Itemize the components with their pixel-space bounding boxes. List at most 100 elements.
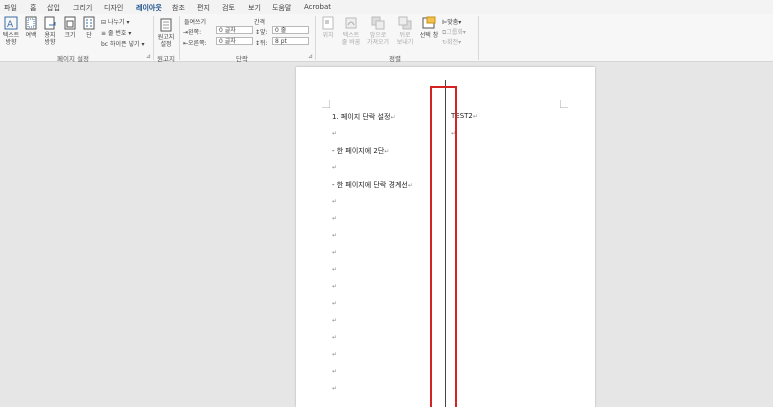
column-1-line[interactable]: ↵: [332, 350, 337, 358]
paragraph-mark: ↵: [332, 317, 338, 324]
position-button[interactable]: 위치: [318, 16, 338, 39]
tab-view[interactable]: 보기: [248, 3, 261, 13]
paragraph-mark: ↵: [332, 368, 338, 375]
spacing-header: 간격: [254, 19, 266, 26]
columns-button[interactable]: 단: [81, 16, 97, 39]
tab-design[interactable]: 디자인: [104, 3, 123, 13]
paragraph-mark: ↵: [332, 385, 338, 392]
column-1-line[interactable]: ↵: [332, 367, 337, 375]
bring-forward-button[interactable]: 앞으로 가져오기: [365, 16, 391, 46]
tab-draw[interactable]: 그리기: [73, 3, 92, 13]
breaks-dropdown[interactable]: ⊟ 나누기 ▾: [101, 17, 129, 26]
chevron-down-icon: ▾: [128, 30, 132, 37]
column-1-line[interactable]: ↵: [332, 163, 337, 171]
column-1-line[interactable]: ↵: [332, 265, 337, 273]
tab-references[interactable]: 참조: [172, 3, 185, 13]
paragraph-group-label: 단락: [236, 55, 248, 63]
orientation-button[interactable]: 용지 방향: [41, 16, 59, 46]
spacing-after-label: ↕뒤:: [255, 40, 268, 47]
paragraph-mark: ↵: [390, 114, 396, 121]
column-1-line[interactable]: ↵: [332, 299, 337, 307]
send-backward-icon: [398, 16, 412, 30]
group-dropdown[interactable]: ⧉그룹화▾: [442, 27, 466, 37]
wrap-text-button[interactable]: 텍스트 줄 바꿈: [338, 16, 364, 46]
tab-acrobat[interactable]: Acrobat: [304, 3, 331, 11]
paragraph-mark: ↵: [384, 148, 390, 155]
tab-home[interactable]: 홈: [30, 3, 36, 13]
hyphenation-icon: bc: [101, 41, 109, 48]
hyphenation-dropdown[interactable]: bc 하이픈 넣기 ▾: [101, 39, 144, 48]
selection-pane-button[interactable]: 선택 창: [418, 16, 440, 39]
paragraph-mark: ↵: [332, 300, 338, 307]
column-1-line[interactable]: ↵: [332, 316, 337, 324]
tab-file[interactable]: 파일: [4, 3, 17, 13]
column-1-line[interactable]: 1. 페이지 단락 설정↵: [332, 112, 395, 122]
column-1-line[interactable]: ↵: [332, 231, 337, 239]
spacing-before-input[interactable]: 0 줄: [272, 26, 309, 34]
ribbon-tab-bar: 파일 홈 삽입 그리기 디자인 레이아웃 참조 편지 검토 보기 도움말 Acr…: [0, 0, 773, 16]
tab-review[interactable]: 검토: [222, 3, 235, 13]
tab-mailings[interactable]: 편지: [197, 3, 210, 13]
tab-insert[interactable]: 삽입: [47, 3, 60, 13]
chevron-down-icon: ▾: [458, 19, 462, 26]
svg-text:A: A: [7, 20, 14, 30]
column-1-line[interactable]: - 한 페이지에 단락 경계선↵: [332, 180, 413, 190]
bring-forward-icon: [371, 16, 385, 30]
draft-paper-icon: [160, 18, 172, 32]
align-dropdown[interactable]: ⊫맞춤▾: [442, 17, 461, 26]
column-1-line[interactable]: ↵: [332, 282, 337, 290]
indent-header: 들여쓰기: [184, 19, 207, 26]
wrap-text-icon: [345, 17, 357, 29]
column-1-line[interactable]: ↵: [332, 214, 337, 222]
indent-left-input[interactable]: 0 글자: [216, 26, 253, 34]
paragraph-mark: ↵: [332, 351, 338, 358]
columns-icon: [83, 16, 95, 30]
margins-button[interactable]: 여백: [23, 16, 39, 39]
draft-group-label: 원고지: [157, 55, 175, 63]
chevron-down-icon: ▾: [462, 29, 466, 36]
paragraph-mark: ↵: [332, 249, 338, 256]
group-separator: [315, 16, 316, 60]
paragraph-mark: ↵: [332, 198, 338, 205]
column-1-line[interactable]: ↵: [332, 248, 337, 256]
ribbon: A 텍스트 방향 여백 용지 방향 크기 단 ⊟ 나누기 ▾ ≡ 줄 번호 ▾ …: [0, 14, 773, 63]
size-button[interactable]: 크기: [62, 16, 78, 39]
column-1-line[interactable]: ↵: [332, 129, 337, 137]
breaks-icon: ⊟: [101, 19, 107, 26]
page-setup-dialog-launcher-icon[interactable]: ⊿: [146, 53, 151, 60]
line-numbers-dropdown[interactable]: ≡ 줄 번호 ▾: [101, 28, 131, 37]
chevron-down-icon: ▾: [126, 19, 130, 26]
chevron-down-icon: ▾: [141, 41, 145, 48]
page-setup-group-label: 페이지 설정: [57, 55, 89, 63]
paragraph-mark: ↵: [332, 130, 338, 137]
paragraph-mark: ↵: [332, 232, 338, 239]
group-separator: [179, 16, 180, 60]
paragraph-dialog-launcher-icon[interactable]: ⊿: [308, 53, 313, 60]
spacing-after-input[interactable]: 8 pt: [272, 37, 309, 45]
rotate-dropdown[interactable]: ↻회전▾: [442, 37, 461, 46]
column-1-line[interactable]: ↵: [332, 333, 337, 341]
indent-right-label: ⇤오른쪽:: [183, 40, 207, 47]
selection-pane-icon: [422, 16, 436, 29]
paragraph-mark: ↵: [332, 334, 338, 341]
paragraph-mark: ↵: [332, 164, 338, 171]
group-separator: [153, 16, 154, 60]
column-1-line[interactable]: ↵: [332, 384, 337, 392]
indent-right-input[interactable]: 0 글자: [216, 37, 253, 45]
draft-settings-button[interactable]: 원고지 설정: [156, 18, 176, 48]
page-size-icon: [64, 16, 76, 30]
column-1-line[interactable]: ↵: [332, 197, 337, 205]
position-icon: [322, 16, 334, 30]
group-separator: [478, 16, 479, 60]
paragraph-mark: ↵: [332, 266, 338, 273]
text-direction-button[interactable]: A 텍스트 방향: [1, 16, 21, 46]
tab-help[interactable]: 도움말: [272, 3, 291, 13]
orientation-icon: [44, 16, 56, 30]
send-backward-button[interactable]: 뒤로 보내기: [393, 16, 417, 46]
column-1-line[interactable]: - 한 페이지에 2단↵: [332, 146, 389, 156]
highlight-box: [430, 86, 457, 407]
arrange-group-label: 정렬: [389, 55, 401, 63]
margin-corner-mark: [322, 100, 330, 108]
paragraph-mark: ↵: [332, 283, 338, 290]
indent-left-label: ⇥왼쪽:: [183, 29, 202, 36]
